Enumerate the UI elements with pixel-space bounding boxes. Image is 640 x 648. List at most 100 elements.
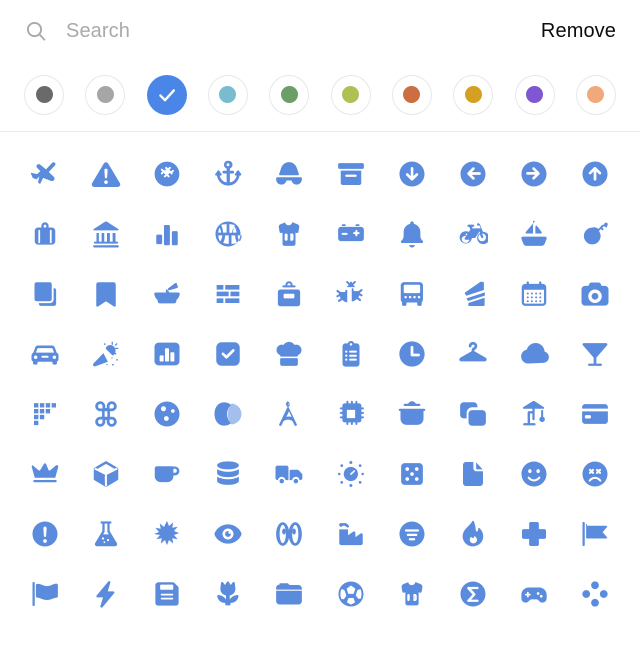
- chef-hat-icon[interactable]: [261, 326, 317, 382]
- sailboat-icon[interactable]: [506, 206, 562, 262]
- basketball-jersey-icon[interactable]: [261, 206, 317, 262]
- handbag-icon[interactable]: [17, 206, 73, 262]
- swatch-dot: [280, 86, 298, 103]
- bookmark-icon[interactable]: [78, 266, 134, 322]
- archive-box-icon[interactable]: [323, 146, 379, 202]
- icon-picker-panel: Remove: [0, 0, 640, 648]
- bug-icon[interactable]: [323, 266, 379, 322]
- check-icon: [158, 88, 175, 101]
- drawing-compass-icon[interactable]: [261, 386, 317, 442]
- arrow-up-circle-icon[interactable]: [567, 146, 623, 202]
- calendar-icon[interactable]: [506, 266, 562, 322]
- toolbox-icon[interactable]: [261, 266, 317, 322]
- cpu-chip-icon[interactable]: [323, 386, 379, 442]
- anchor-icon[interactable]: [200, 146, 256, 202]
- party-popper-icon[interactable]: [78, 326, 134, 382]
- color-swatch-gold[interactable]: [453, 74, 494, 115]
- swatch-dot: [403, 86, 421, 103]
- smiley-face-icon[interactable]: [506, 446, 562, 502]
- airplane-icon[interactable]: [17, 146, 73, 202]
- remove-button[interactable]: Remove: [539, 16, 618, 47]
- search-input[interactable]: [66, 19, 539, 43]
- exclamation-circle-icon[interactable]: [17, 506, 73, 562]
- cloud-icon[interactable]: [506, 326, 562, 382]
- color-swatch-blue[interactable]: [146, 74, 187, 115]
- clock-icon[interactable]: [384, 326, 440, 382]
- game-controller-icon[interactable]: [506, 566, 562, 622]
- arrow-left-circle-icon[interactable]: [445, 146, 501, 202]
- floppy-disk-icon[interactable]: [139, 566, 195, 622]
- color-swatch-teal[interactable]: [207, 74, 248, 115]
- clothes-hanger-icon[interactable]: [445, 326, 501, 382]
- explosion-star-icon[interactable]: [139, 506, 195, 562]
- cooking-pot-icon[interactable]: [384, 386, 440, 442]
- color-swatch-lime[interactable]: [330, 74, 371, 115]
- checkbox-checked-icon[interactable]: [200, 326, 256, 382]
- chart-box-icon[interactable]: [139, 326, 195, 382]
- swatch-dot: [526, 86, 544, 103]
- bomb-icon[interactable]: [567, 206, 623, 262]
- bus-icon[interactable]: [384, 266, 440, 322]
- delivery-truck-icon[interactable]: [261, 446, 317, 502]
- arrow-down-circle-icon[interactable]: [384, 146, 440, 202]
- soccer-jersey-icon[interactable]: [384, 566, 440, 622]
- disguise-glasses-icon[interactable]: [261, 146, 317, 202]
- swatch-dot: [587, 86, 605, 103]
- search-field-wrap[interactable]: [24, 0, 539, 62]
- soccer-ball-icon[interactable]: [323, 566, 379, 622]
- color-swatch-peach[interactable]: [575, 74, 616, 115]
- folder-icon[interactable]: [261, 566, 317, 622]
- camera-icon[interactable]: [567, 266, 623, 322]
- contrast-circles-icon[interactable]: [200, 386, 256, 442]
- basketball-icon[interactable]: [200, 206, 256, 262]
- brick-wall-icon[interactable]: [200, 266, 256, 322]
- bicycle-icon[interactable]: [445, 206, 501, 262]
- color-swatch-purple[interactable]: [514, 74, 555, 115]
- copy-squares-icon[interactable]: [445, 386, 501, 442]
- factory-icon[interactable]: [323, 506, 379, 562]
- sad-face-icon[interactable]: [567, 446, 623, 502]
- crown-icon[interactable]: [17, 446, 73, 502]
- database-icon[interactable]: [200, 446, 256, 502]
- american-football-icon[interactable]: [139, 146, 195, 202]
- flag-wavy-icon[interactable]: [17, 566, 73, 622]
- medical-plus-icon[interactable]: [506, 506, 562, 562]
- gauge-sparkle-icon[interactable]: [323, 446, 379, 502]
- cocktail-glass-icon[interactable]: [567, 326, 623, 382]
- eyes-pair-icon[interactable]: [261, 506, 317, 562]
- color-swatch-dark-gray[interactable]: [24, 74, 64, 115]
- dpad-buttons-icon[interactable]: [567, 566, 623, 622]
- sigma-circle-icon[interactable]: [445, 566, 501, 622]
- filter-circle-icon[interactable]: [384, 506, 440, 562]
- credit-card-icon[interactable]: [567, 386, 623, 442]
- coffee-mug-icon[interactable]: [139, 446, 195, 502]
- cake-slice-icon[interactable]: [445, 266, 501, 322]
- color-swatch-green[interactable]: [269, 74, 310, 115]
- flask-icon[interactable]: [78, 506, 134, 562]
- car-icon[interactable]: [17, 326, 73, 382]
- eye-icon[interactable]: [200, 506, 256, 562]
- flag-banner-icon[interactable]: [567, 506, 623, 562]
- warning-triangle-icon[interactable]: [78, 146, 134, 202]
- bar-chart-icon[interactable]: [139, 206, 195, 262]
- tulip-flower-icon[interactable]: [200, 566, 256, 622]
- command-key-icon[interactable]: [78, 386, 134, 442]
- arrow-right-circle-icon[interactable]: [506, 146, 562, 202]
- bowl-with-spoon-icon[interactable]: [139, 266, 195, 322]
- cube-icon[interactable]: [78, 446, 134, 502]
- code-blocks-icon[interactable]: [17, 386, 73, 442]
- bank-icon[interactable]: [78, 206, 134, 262]
- color-swatch-gray[interactable]: [85, 74, 126, 115]
- crane-icon[interactable]: [506, 386, 562, 442]
- swatch-dot: [342, 86, 360, 103]
- dice-five-icon[interactable]: [384, 446, 440, 502]
- books-icon[interactable]: [17, 266, 73, 322]
- flame-icon[interactable]: [445, 506, 501, 562]
- color-palette-icon[interactable]: [139, 386, 195, 442]
- color-swatch-orange-red[interactable]: [391, 74, 432, 115]
- document-file-icon[interactable]: [445, 446, 501, 502]
- battery-icon[interactable]: [323, 206, 379, 262]
- bell-icon[interactable]: [384, 206, 440, 262]
- clipboard-icon[interactable]: [323, 326, 379, 382]
- lightning-bolt-icon[interactable]: [78, 566, 134, 622]
